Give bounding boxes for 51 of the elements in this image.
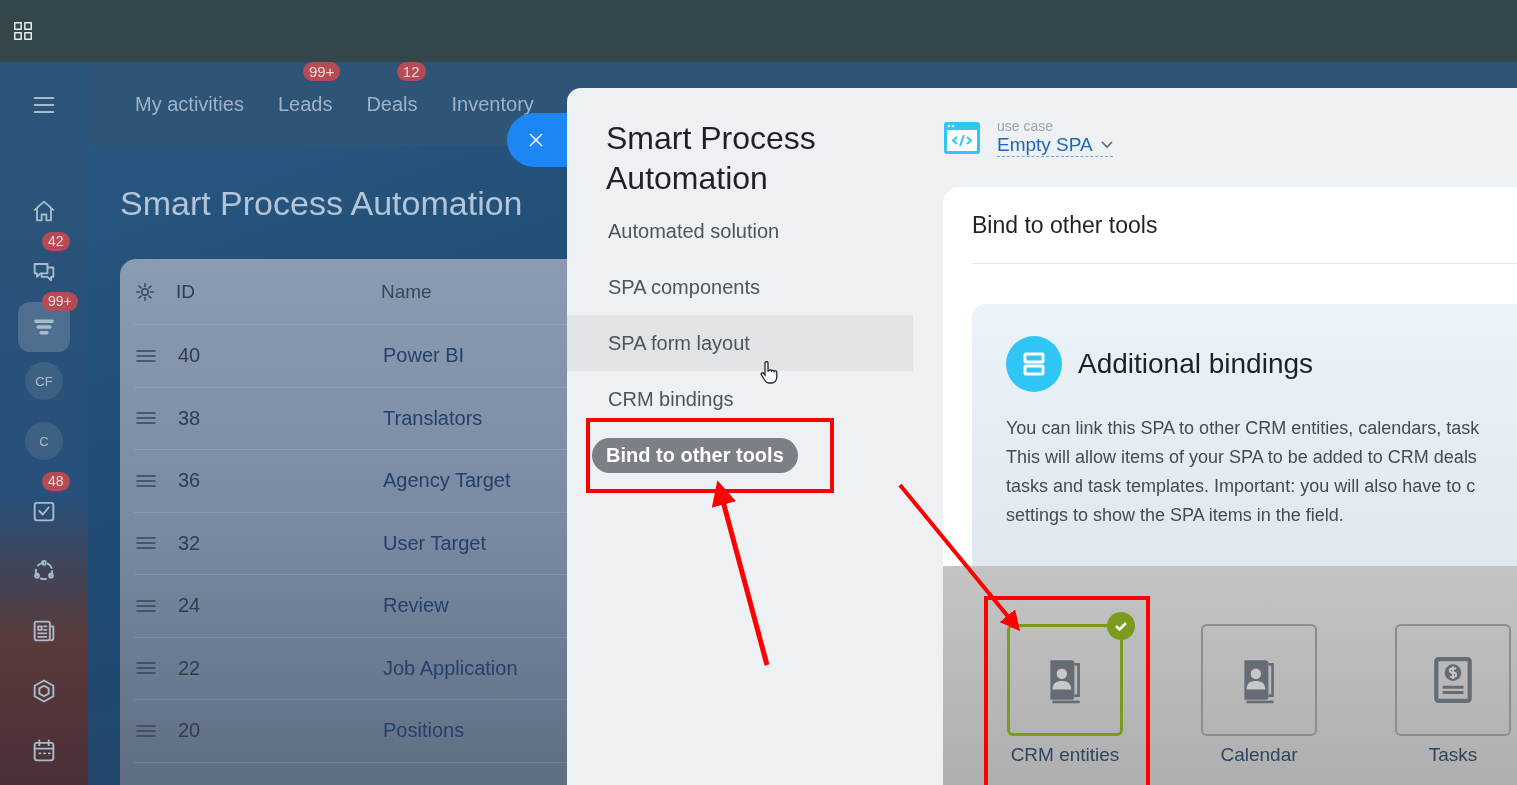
tile-label: Tasks xyxy=(1428,744,1478,766)
table-cell-text: 24 xyxy=(178,594,202,618)
description-text: You can link this SPA to other CRM entities, calendars, task This will allow items of your SPA to be added to CRM deals tasks and task templates. Important: you will also have to c settings to show the SPA items in the field. xyxy=(1006,417,1481,527)
binding-tile[interactable] xyxy=(1395,624,1511,736)
menu-item[interactable]: SPA components xyxy=(608,275,760,299)
table-link[interactable]: Power BI xyxy=(383,344,465,368)
table-link[interactable]: Agency Target xyxy=(383,469,511,493)
tile-label: Calendar xyxy=(1220,744,1298,766)
table-cell-text: 32 xyxy=(178,531,202,555)
table-link[interactable]: User Target xyxy=(383,531,486,555)
menu-item[interactable]: Bind to other tools xyxy=(592,437,798,473)
code-window-icon xyxy=(943,120,981,155)
bindings-title: Additional bindings xyxy=(1078,348,1314,380)
page-title: Smart Process Automation xyxy=(119,183,523,221)
table-cell-text: 20 xyxy=(178,719,202,743)
chevron-down-icon xyxy=(1100,141,1113,149)
table-cell-text: 22 xyxy=(178,656,202,680)
field-caption: use case xyxy=(997,118,1055,134)
nav-tab[interactable]: Leads xyxy=(277,92,333,115)
table-link[interactable]: Job Application xyxy=(383,656,518,680)
tile-label: CRM entities xyxy=(1010,744,1120,766)
settings-icon[interactable] xyxy=(134,280,156,303)
table-cell-text: 38 xyxy=(178,406,202,430)
panel-title: Smart Process Automation xyxy=(606,119,817,198)
layers-icon xyxy=(1006,336,1062,392)
avatar[interactable]: C xyxy=(25,422,63,460)
apps-grid-icon[interactable] xyxy=(12,20,34,42)
binding-tile[interactable] xyxy=(1007,624,1123,736)
table-cell-text: 40 xyxy=(178,344,202,368)
column-header: ID xyxy=(176,280,196,303)
nav-tab[interactable]: Deals xyxy=(366,92,418,115)
menu-item[interactable]: SPA form layout xyxy=(608,331,750,355)
count-badge: 42 xyxy=(42,232,70,251)
menu-item[interactable]: CRM bindings xyxy=(608,387,734,411)
table-link[interactable]: Translators xyxy=(383,406,483,430)
check-icon xyxy=(1107,612,1135,640)
table-link[interactable]: Review xyxy=(383,594,449,618)
table-cell-text: 36 xyxy=(178,469,202,493)
avatar[interactable]: CF xyxy=(25,362,63,400)
section-title: Bind to other tools xyxy=(972,187,1517,264)
nav-tab[interactable]: Inventory xyxy=(451,92,534,115)
table-link[interactable]: Positions xyxy=(383,719,465,743)
use-case-dropdown[interactable]: Empty SPA xyxy=(997,134,1113,157)
hand-cursor-icon xyxy=(759,361,779,385)
close-button[interactable] xyxy=(507,113,567,167)
binding-tile[interactable] xyxy=(1201,624,1317,736)
nav-tab[interactable]: My activities xyxy=(135,92,244,115)
column-header: Name xyxy=(381,280,432,303)
menu-item[interactable]: Automated solution xyxy=(608,219,780,243)
count-badge: 48 xyxy=(42,472,70,491)
count-badge: 99+ xyxy=(42,292,78,311)
